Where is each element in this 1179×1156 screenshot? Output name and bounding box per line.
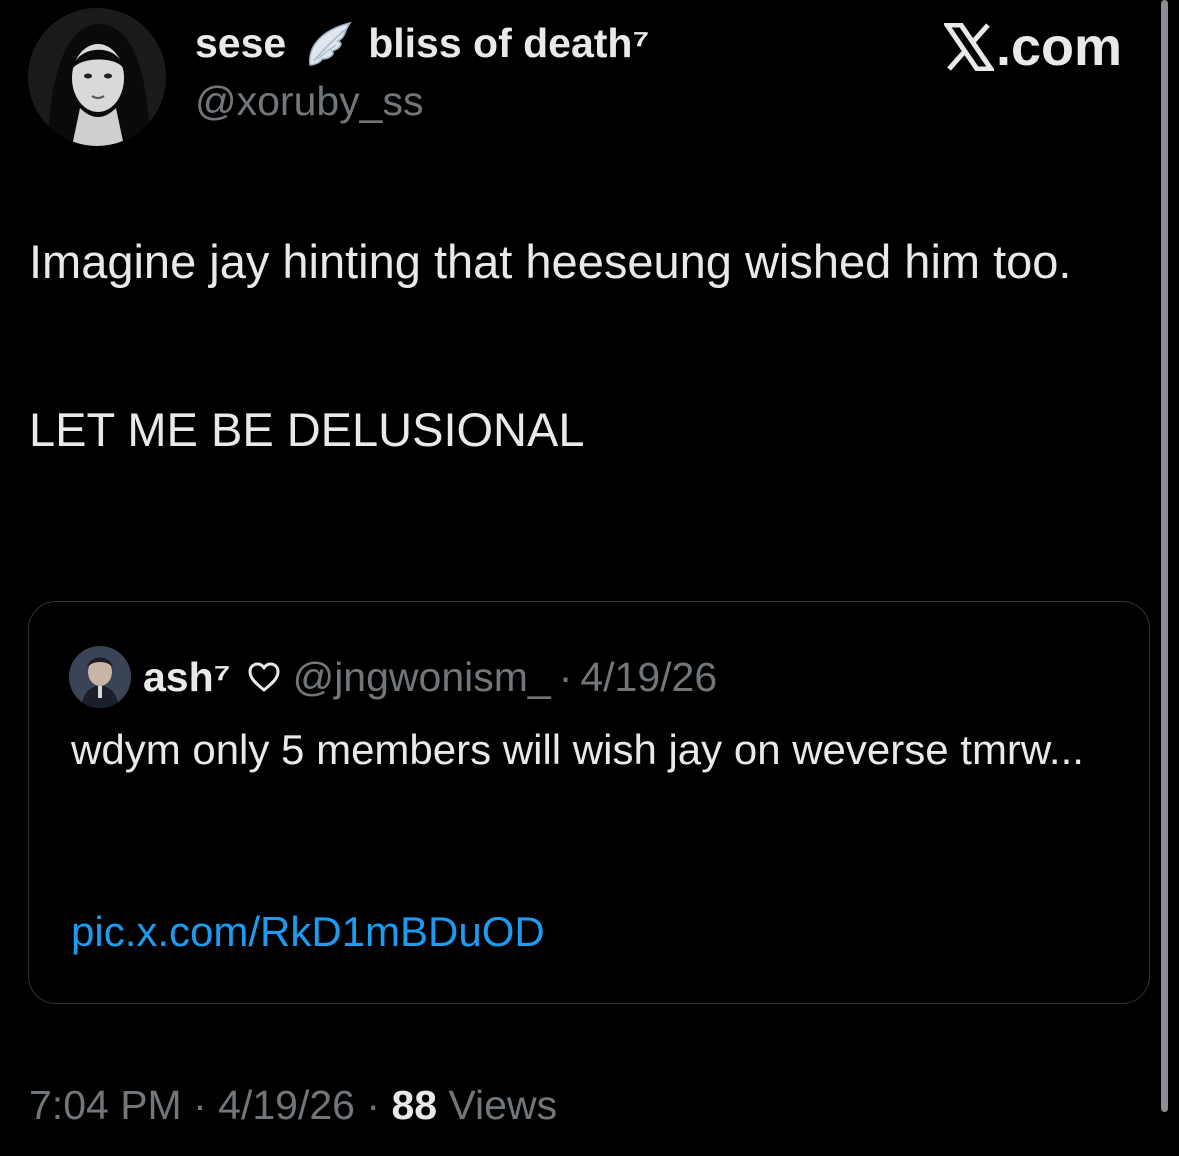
- author-name-part1: sese: [195, 20, 287, 66]
- x-logo-icon: [943, 23, 994, 71]
- author-handle[interactable]: @xoruby_ss: [195, 78, 423, 125]
- heart-outline-icon: [248, 662, 280, 692]
- site-label-text: .com: [995, 17, 1122, 77]
- wing-icon: [309, 21, 353, 66]
- tweet-line-2: LET ME BE DELUSIONAL: [29, 403, 585, 456]
- meta-separator: ·: [193, 1082, 207, 1128]
- profile-photo-icon: [28, 8, 166, 146]
- quoted-tweet-date[interactable]: 4/19/26: [580, 654, 717, 701]
- profile-photo-icon: [69, 646, 131, 708]
- author-display-name[interactable]: sese bliss of death⁷: [195, 20, 649, 67]
- tweet-text: Imagine jay hinting that heeseung wished…: [29, 220, 1149, 472]
- tweet-date[interactable]: 4/19/26: [218, 1082, 355, 1128]
- quoted-separator: ·: [558, 653, 573, 700]
- quoted-author-avatar[interactable]: [69, 646, 131, 708]
- tweet-meta: 7:04 PM · 4/19/26 · 88 Views: [29, 1082, 557, 1129]
- meta-separator: ·: [366, 1082, 381, 1128]
- tweet-time[interactable]: 7:04 PM: [29, 1082, 182, 1128]
- site-label: .com: [943, 16, 1122, 78]
- scrollbar[interactable]: [1161, 0, 1168, 1112]
- author-name-part2: bliss of death⁷: [368, 20, 650, 66]
- quoted-author-handle[interactable]: @jngwonism_: [293, 654, 551, 701]
- views-label: Views: [448, 1082, 558, 1128]
- views-count[interactable]: 88: [391, 1082, 437, 1128]
- quoted-author-name[interactable]: ash⁷: [143, 654, 231, 701]
- quoted-tweet-link[interactable]: pic.x.com/RkD1mBDuOD: [71, 908, 545, 956]
- quoted-tweet-header: ash⁷ @jngwonism_ · 4/19/26: [69, 646, 717, 708]
- tweet-line-1: Imagine jay hinting that heeseung wished…: [29, 235, 1072, 288]
- author-avatar[interactable]: [28, 8, 166, 146]
- quoted-tweet-text: wdym only 5 members will wish jay on wev…: [71, 726, 1084, 773]
- quoted-tweet-card[interactable]: ash⁷ @jngwonism_ · 4/19/26 wdym only 5 m…: [28, 601, 1150, 1004]
